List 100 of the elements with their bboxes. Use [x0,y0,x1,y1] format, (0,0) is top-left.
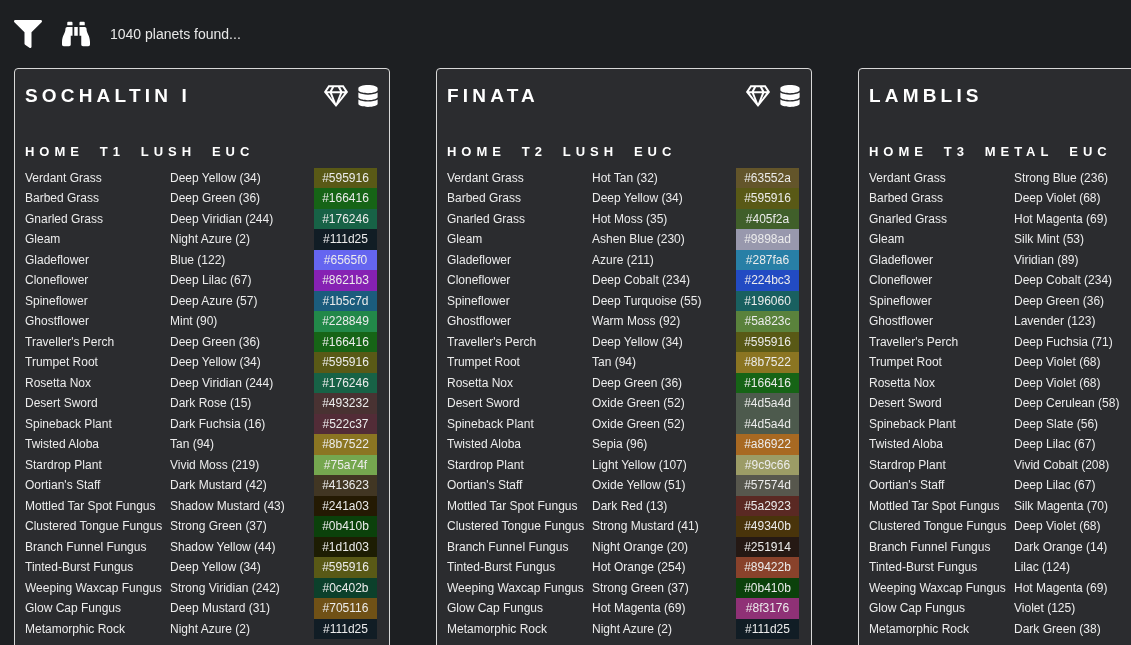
color-name: Deep Violet (68) [1014,518,1102,536]
color-swatch: #166416 [314,331,377,352]
planet-tag: LUSH [140,142,196,162]
plant-name: Gladeflower [25,251,91,269]
plant-name: Tinted-Burst Fungus [25,559,135,577]
color-swatch: #1d1d03 [314,536,377,557]
planet-tag: LUSH [562,142,618,162]
color-swatch: #228849 [314,311,377,332]
color-swatch: #0b410b [736,577,799,598]
plant-name: Desert Sword [25,395,99,413]
color-swatch: #89422b [736,557,799,578]
color-swatch: #595916 [314,352,377,373]
color-swatch: #493232 [314,393,377,414]
filter-icon[interactable] [14,20,42,48]
planet-tag: HOME [869,142,928,162]
color-name: Deep Violet (68) [1014,190,1102,208]
color-name: Dark Fuchsia (16) [170,415,267,433]
color-name: Shadow Mustard (43) [170,497,286,515]
color-name: Silk Mint (53) [1014,231,1085,249]
color-name: Hot Moss (35) [592,210,669,228]
color-name: Hot Magenta (69) [1014,579,1109,597]
plant-name: Ghostflower [869,313,935,331]
color-name: Deep Yellow (34) [170,354,262,372]
color-swatch: #5a823c [736,311,799,332]
color-swatch: #4d5a4d [736,413,799,434]
color-swatch: #63552a [736,167,799,188]
color-swatch: #8b7522 [314,434,377,455]
color-name: Hot Magenta (69) [592,600,687,618]
color-name: Strong Blue (236) [1014,169,1110,187]
plant-name: Gnarled Grass [25,210,105,228]
color-name: Hot Tan (32) [592,169,659,187]
results-count: 1040 planets found... [110,24,241,44]
plant-name: Mottled Tar Spot Fungus [25,497,157,515]
color-name: Sepia (96) [592,436,649,454]
color-name: Strong Green (37) [170,518,268,536]
color-name: Deep Green (36) [170,333,262,351]
plant-name: Glow Cap Fungus [869,600,967,618]
plant-name: Weeping Waxcap Fungus [25,579,163,597]
color-swatch: #166416 [314,188,377,209]
color-name: Hot Magenta (69) [1014,210,1109,228]
plant-name: Gleam [25,231,62,249]
color-name: Strong Viridian (242) [170,579,281,597]
color-swatch: #9898ad [736,229,799,250]
plant-name: Rosetta Nox [25,374,93,392]
plant-name: Trumpet Root [447,354,521,372]
color-name: Mint (90) [170,313,219,331]
plant-name: Barbed Grass [869,190,945,208]
plant-name: Spineflower [447,292,511,310]
color-name: Silk Magenta (70) [1014,497,1110,515]
color-swatch: #6565f0 [314,249,377,270]
color-name: Deep Slate (56) [1014,415,1100,433]
plant-name: Gladeflower [447,251,513,269]
color-swatch: #8b7522 [736,352,799,373]
color-name: Deep Cerulean (58) [1014,395,1121,413]
plant-name: Barbed Grass [25,190,101,208]
plant-name: Branch Funnel Fungus [869,538,992,556]
binoculars-icon[interactable] [62,20,90,48]
color-name: Deep Lilac (67) [170,272,253,290]
color-name: Warm Moss (92) [592,313,682,331]
color-name: Deep Yellow (34) [170,169,262,187]
color-name: Deep Lilac (67) [1014,477,1097,495]
plant-name: Twisted Aloba [869,436,945,454]
plant-name: Cloneflower [447,272,512,290]
color-name: Deep Violet (68) [1014,374,1102,392]
color-swatch: #49340b [736,516,799,537]
color-swatch: #241a03 [314,495,377,516]
color-name: Deep Green (36) [592,374,684,392]
plant-name: Stardrop Plant [25,456,103,474]
plant-name: Clustered Tongue Fungus [25,518,164,536]
plant-name: Gnarled Grass [447,210,527,228]
color-swatch: #595916 [736,188,799,209]
plant-name: Metamorphic Rock [25,620,127,638]
color-name: Blue (122) [170,251,227,269]
plant-name: Cloneflower [869,272,934,290]
color-name: Deep Azure (57) [170,292,259,310]
color-swatch: #196060 [736,290,799,311]
plant-name: Weeping Waxcap Fungus [447,579,585,597]
color-swatch: #413623 [314,475,377,496]
plant-name: Verdant Grass [25,169,103,187]
color-swatch: #287fa6 [736,249,799,270]
plant-name: Clustered Tongue Fungus [869,518,1008,536]
plant-name: Mottled Tar Spot Fungus [869,497,1001,515]
color-name: Dark Red (13) [592,497,669,515]
color-swatch: #1b5c7d [314,290,377,311]
color-name: Vivid Moss (219) [170,456,261,474]
plant-name: Desert Sword [869,395,943,413]
color-swatch: #224bc3 [736,270,799,291]
plant-name: Gnarled Grass [869,210,949,228]
planet-tag: HOME [447,142,506,162]
color-name: Ashen Blue (230) [592,231,686,249]
color-swatch: #111d25 [736,618,799,639]
color-name: Deep Cobalt (234) [1014,272,1114,290]
color-name: Night Azure (2) [170,231,252,249]
plant-name: Glow Cap Fungus [25,600,123,618]
color-name: Dark Rose (15) [170,395,253,413]
color-name: Vivid Cobalt (208) [1014,456,1111,474]
plant-name: Twisted Aloba [447,436,523,454]
planet-tag: EUC [634,142,677,162]
color-name: Azure (211) [592,251,655,269]
color-name: Deep Mustard (31) [170,600,272,618]
